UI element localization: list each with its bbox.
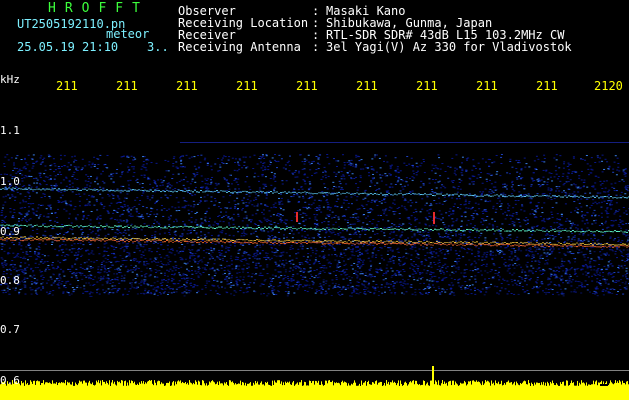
waterfall-spectrogram (0, 142, 629, 400)
freq-tick: 0.9 (0, 225, 20, 238)
freq-unit-label: kHz (0, 73, 20, 86)
freq-tick: 0.7 (0, 323, 20, 336)
freq-tick: 0.8 (0, 274, 20, 287)
freq-tick: 1.1 (0, 124, 20, 137)
time-tick: 211 (236, 79, 258, 93)
freq-tick: 0.6 (0, 374, 20, 387)
meteor-label: meteor (106, 27, 150, 41)
time-tick: 211 (536, 79, 558, 93)
time-tick: 211 (296, 79, 318, 93)
info-separator: : (312, 40, 320, 54)
info-value-antenna: 3el Yagi(V) Az 330 for Vladivostok (326, 40, 572, 54)
time-tick: 211 (416, 79, 438, 93)
time-tick: 211 (176, 79, 198, 93)
time-tick: 211 (356, 79, 378, 93)
noise-floor (0, 142, 629, 297)
time-tick: 2120 (594, 79, 623, 93)
info-label-antenna: Receiving Antenna (178, 40, 301, 54)
time-tick: 211 (476, 79, 498, 93)
timestamp: 25.05.19 21:10 3.. (17, 40, 169, 54)
app-brand: HROFFT (48, 1, 149, 16)
time-tick: 211 (116, 79, 138, 93)
time-tick: 211 (56, 79, 78, 93)
power-level-bar (0, 366, 629, 400)
freq-tick: 1.0 (0, 175, 20, 188)
